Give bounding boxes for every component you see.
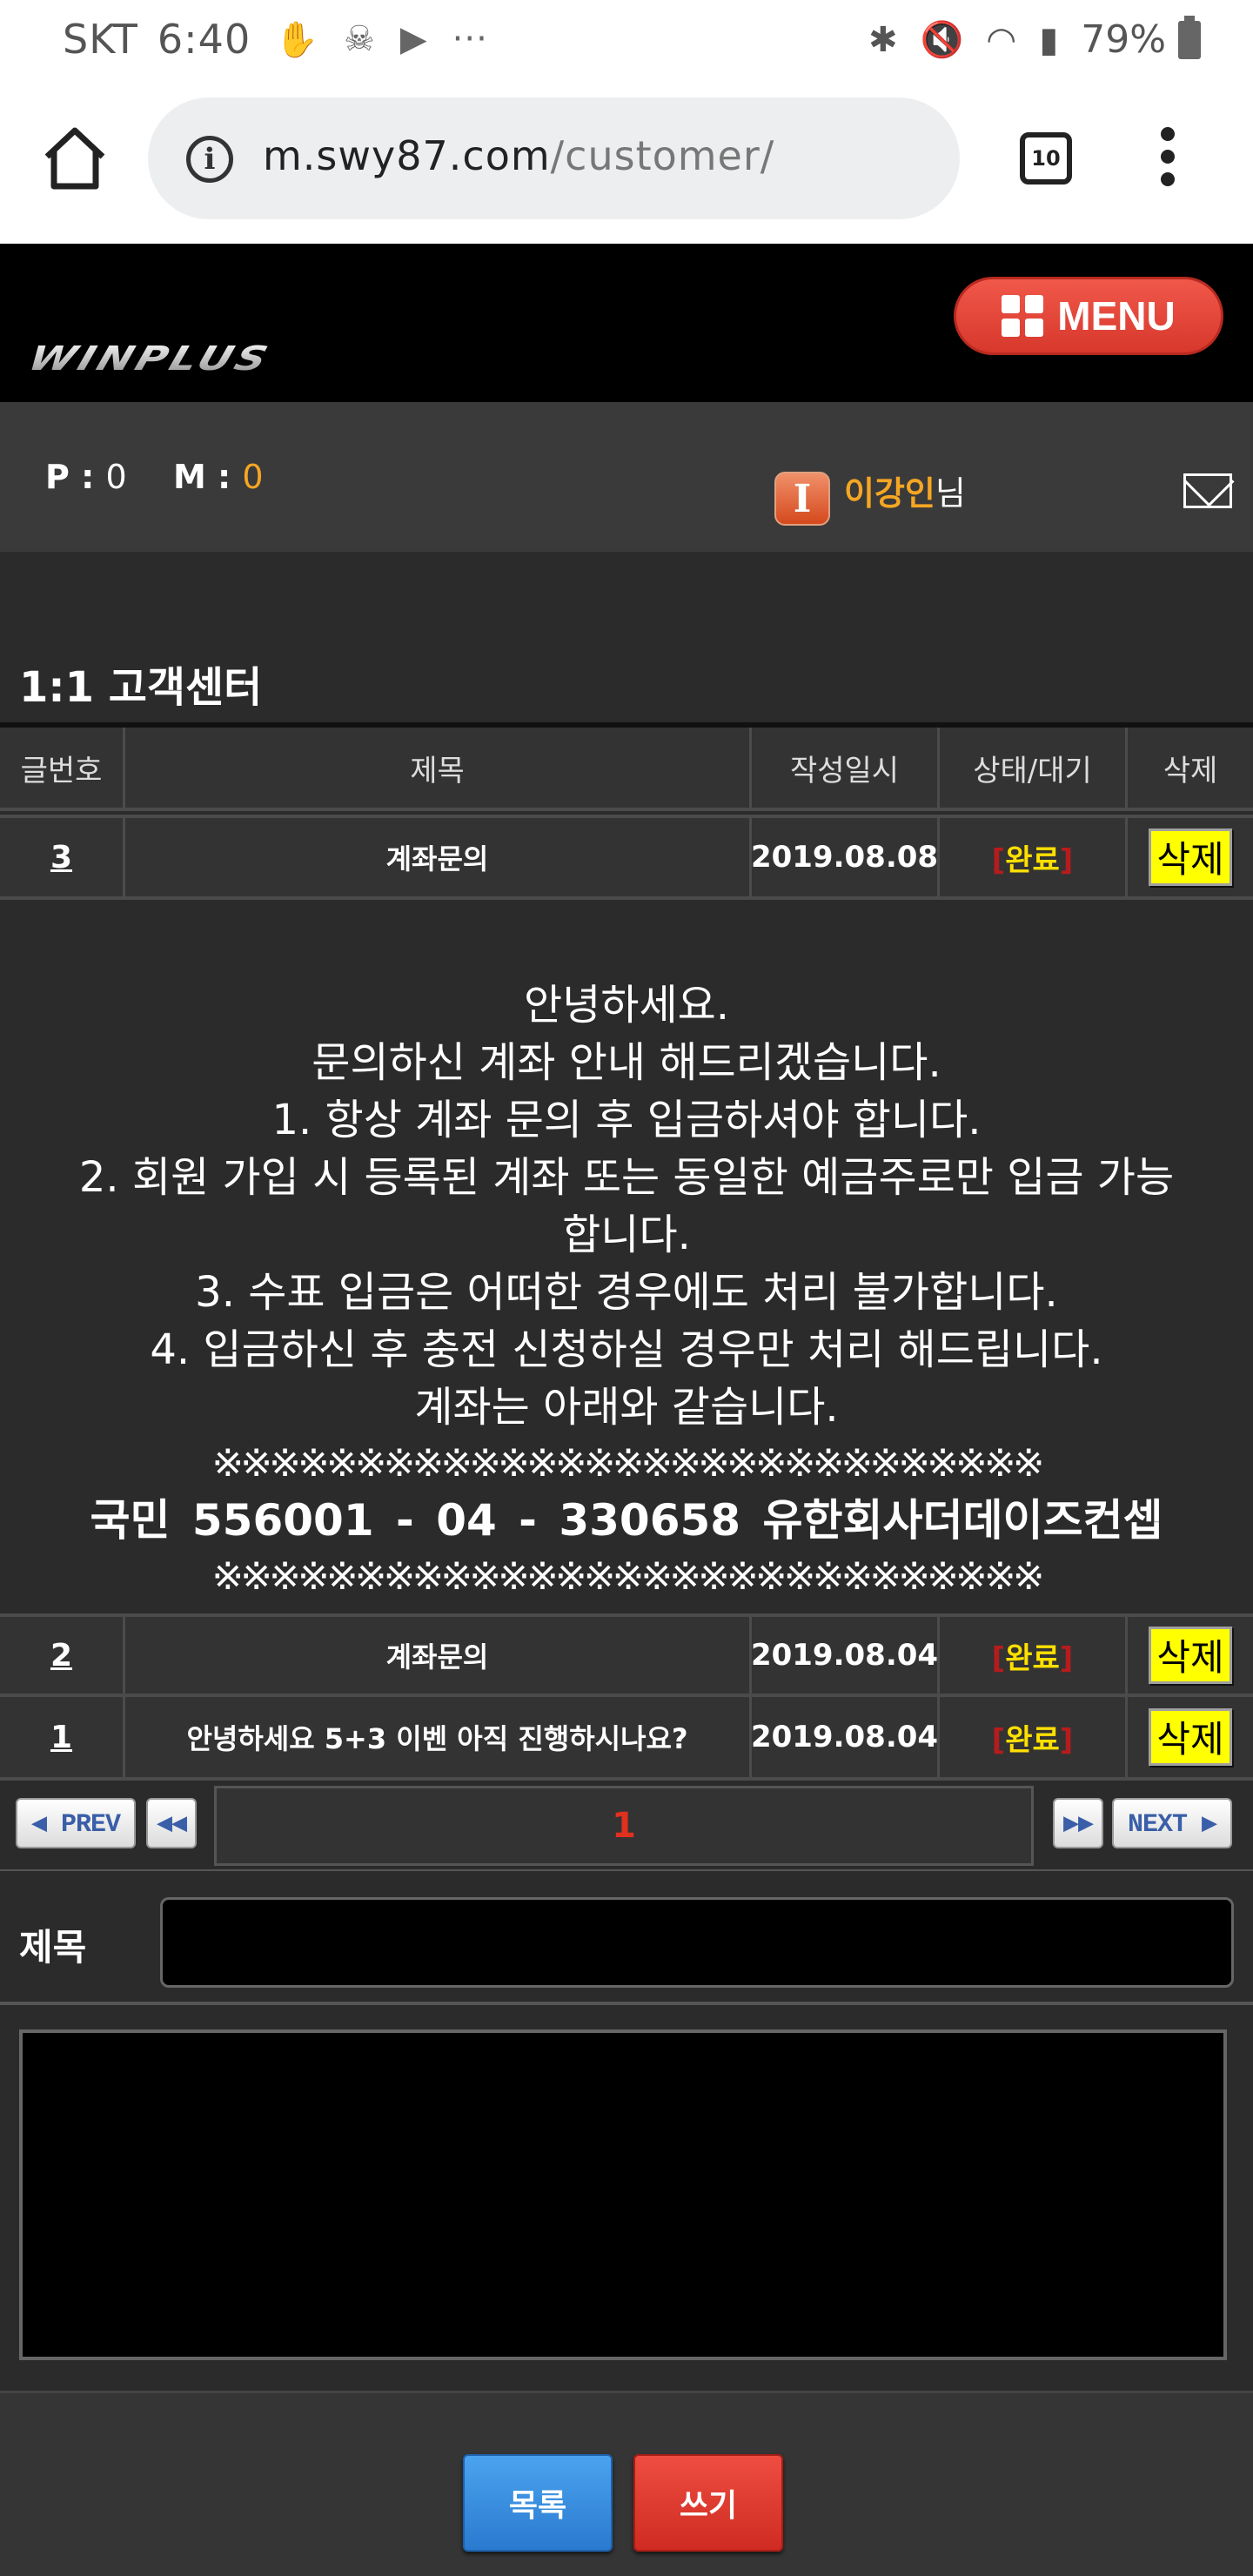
- url-host: m.swy87.com: [263, 132, 551, 179]
- mute-icon: 🔇: [920, 20, 964, 60]
- url-path: /customer/: [550, 132, 775, 179]
- header-num: 글번호: [0, 728, 125, 808]
- answer-line: 2. 회원 가입 시 등록된 계좌 또는 동일한 예금주로만 입금 가능: [78, 1153, 1175, 1202]
- row-subject[interactable]: 계좌문의: [386, 1635, 489, 1675]
- next-page-button[interactable]: NEXT ▶: [1112, 1798, 1232, 1848]
- prev-page-button[interactable]: ◀ PREV: [16, 1798, 136, 1848]
- form-buttons: 목록 쓰기: [0, 2393, 1253, 2576]
- title-label: 제목: [19, 1926, 87, 1969]
- bluetooth-icon: ✱: [868, 19, 898, 60]
- answer-divider: ※※※※※※※※※※※※※※※※※※※※※※※※※※※※※: [211, 1441, 1044, 1486]
- points-display: P : 0 M : 0: [45, 458, 264, 496]
- clock: 6:40: [157, 16, 251, 63]
- grid-icon: [1002, 295, 1044, 337]
- pagination: ◀ PREV ◀◀ 1 ▶▶ NEXT ▶: [0, 1781, 1253, 1871]
- tab-switcher-button[interactable]: 10: [1020, 132, 1072, 184]
- p-label: P :: [45, 458, 95, 496]
- answer-line: 4. 입금하신 후 충전 신청하실 경우만 처리 해드립니다.: [150, 1325, 1103, 1374]
- title-input[interactable]: [160, 1897, 1234, 1988]
- row-subject[interactable]: 계좌문의: [386, 837, 489, 877]
- answer-line: 문의하신 계좌 안내 해드리겠습니다.: [312, 1038, 941, 1087]
- username-name: 이강인: [844, 474, 935, 513]
- content-textarea[interactable]: [19, 2029, 1227, 2360]
- table-row[interactable]: 2 계좌문의 2019.08.04 [완료] 삭제: [0, 1613, 1253, 1697]
- header-subject: 제목: [125, 728, 752, 808]
- first-page-button[interactable]: ◀◀: [146, 1798, 197, 1848]
- skull-icon: ☠: [344, 19, 376, 59]
- info-icon[interactable]: i: [186, 136, 233, 183]
- status-right: ✱ 🔇 ◠ ▮ 79%: [868, 15, 1201, 62]
- table-header: 글번호 제목 작성일시 상태/대기 삭제: [0, 728, 1253, 811]
- m-label: M :: [172, 458, 231, 496]
- username-suffix: 님: [935, 474, 966, 513]
- mail-icon[interactable]: [1183, 473, 1232, 508]
- user-info-bar: P : 0 M : 0 이강인님: [0, 402, 1253, 552]
- browser-toolbar: i m.swy87.com/customer/ 10: [0, 84, 1253, 244]
- status-text: 완료: [1005, 1640, 1060, 1676]
- status-badge: [완료]: [991, 1640, 1074, 1676]
- status-left: SKT 6:40 ✋ ☠ ▶ ···: [63, 16, 488, 63]
- battery-icon: [1178, 15, 1201, 59]
- carrier-label: SKT: [63, 16, 138, 63]
- page-title: 1:1 고객센터: [19, 663, 263, 712]
- header-date: 작성일시: [752, 728, 940, 808]
- signal-icon: ▮: [1039, 19, 1059, 60]
- header-status: 상태/대기: [940, 728, 1128, 808]
- battery-percent: 79%: [1081, 17, 1166, 62]
- delete-button[interactable]: 삭제: [1149, 1708, 1232, 1766]
- current-page-link[interactable]: 1: [612, 1806, 636, 1846]
- row-date: 2019.08.08: [750, 840, 939, 875]
- site-header: WINPLUS MENU: [0, 244, 1253, 402]
- url-text[interactable]: m.swy87.com/customer/: [263, 132, 774, 179]
- status-badge: [완료]: [991, 842, 1074, 878]
- more-dots-icon: ···: [452, 19, 488, 59]
- row-date: 2019.08.04: [750, 1638, 939, 1673]
- row-date: 2019.08.04: [750, 1720, 939, 1754]
- page-number-box: 1: [214, 1786, 1034, 1866]
- delete-button[interactable]: 삭제: [1149, 828, 1232, 886]
- home-icon[interactable]: [38, 122, 111, 195]
- answer-line: 계좌는 아래와 같습니다.: [414, 1383, 839, 1432]
- hand-icon: ✋: [275, 19, 320, 60]
- row-number[interactable]: 2: [50, 1638, 72, 1674]
- url-bar[interactable]: i m.swy87.com/customer/: [148, 97, 960, 219]
- menu-label: MENU: [1057, 293, 1176, 339]
- account-info: 국민 556001 - 04 - 330658 유한회사더데이즈컨셉: [90, 1495, 1163, 1546]
- username: 이강인님: [844, 466, 966, 514]
- wifi-icon: ◠: [986, 19, 1017, 60]
- row-number[interactable]: 3: [50, 840, 72, 875]
- list-button[interactable]: 목록: [463, 2454, 613, 2552]
- answer-line: 안녕하세요.: [523, 981, 730, 1030]
- answer-line: 합니다.: [562, 1211, 691, 1259]
- row-subject[interactable]: 안녕하세요 5+3 이벤 아직 진행하시나요?: [186, 1717, 687, 1757]
- table-row[interactable]: 1 안녕하세요 5+3 이벤 아직 진행하시나요? 2019.08.04 [완료…: [0, 1697, 1253, 1781]
- content-area: [0, 2009, 1253, 2393]
- browser-more-icon[interactable]: [1150, 127, 1185, 197]
- m-value: 0: [242, 458, 264, 496]
- youtube-icon: ▶: [399, 19, 428, 59]
- answer-line: 3. 수표 입금은 어떠한 경우에도 처리 불가합니다.: [195, 1268, 1058, 1317]
- answer-divider: ※※※※※※※※※※※※※※※※※※※※※※※※※※※※※: [211, 1554, 1044, 1599]
- delete-button[interactable]: 삭제: [1149, 1627, 1232, 1684]
- last-page-button[interactable]: ▶▶: [1053, 1798, 1103, 1848]
- p-value: 0: [105, 458, 127, 496]
- row-number[interactable]: 1: [50, 1720, 72, 1755]
- site-logo[interactable]: WINPLUS: [23, 339, 276, 379]
- status-badge: [완료]: [991, 1722, 1074, 1758]
- table-row[interactable]: 3 계좌문의 2019.08.08 [완료] 삭제: [0, 815, 1253, 900]
- level-icon: [774, 472, 830, 526]
- write-button[interactable]: 쓰기: [633, 2454, 783, 2552]
- status-bar: SKT 6:40 ✋ ☠ ▶ ··· ✱ 🔇 ◠ ▮ 79%: [0, 0, 1253, 84]
- answer-line: 1. 항상 계좌 문의 후 입금하셔야 합니다.: [271, 1096, 982, 1144]
- answer-content: 안녕하세요. 문의하신 계좌 안내 해드리겠습니다. 1. 항상 계좌 문의 후…: [0, 900, 1253, 1613]
- form-title-row: 제목: [0, 1871, 1253, 2005]
- status-text: 완료: [1005, 842, 1060, 878]
- status-text: 완료: [1005, 1722, 1060, 1758]
- header-delete: 삭제: [1163, 753, 1218, 788]
- menu-button[interactable]: MENU: [954, 277, 1223, 355]
- title-area: 1:1 고객센터: [0, 552, 1253, 722]
